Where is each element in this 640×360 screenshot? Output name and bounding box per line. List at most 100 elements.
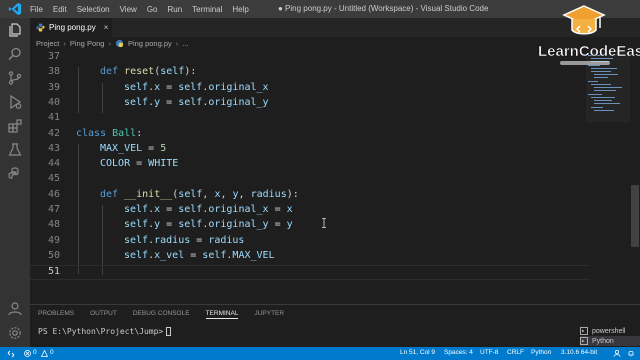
code-token: x_vel bbox=[154, 249, 185, 261]
code-token: self bbox=[160, 66, 185, 78]
code-token: radius bbox=[208, 234, 245, 246]
cursor-position[interactable]: Ln 51, Col 9 bbox=[400, 349, 435, 356]
code-text: MAX_VEL = 5 bbox=[100, 143, 166, 154]
line-number: 49 bbox=[47, 234, 60, 246]
menu-run[interactable]: Run bbox=[167, 5, 182, 14]
tab-debug-console[interactable]: DEBUG CONSOLE bbox=[133, 310, 190, 319]
breadcrumb-symbol[interactable]: ... bbox=[182, 39, 188, 48]
indentation[interactable]: Spaces: 4 bbox=[444, 349, 473, 356]
testing-icon[interactable] bbox=[7, 142, 23, 158]
code-token: self bbox=[178, 96, 203, 108]
learncodeeasily-logo: LearnCodeEasily bbox=[530, 0, 640, 70]
bottom-panel: PROBLEMS OUTPUT DEBUG CONSOLE TERMINAL J… bbox=[30, 304, 640, 347]
terminal-prompt[interactable]: PS E:\Python\Project\Jump> bbox=[38, 327, 172, 336]
code-line[interactable]: 46 def __init__(self, x, y, radius): bbox=[30, 189, 590, 204]
explorer-icon[interactable] bbox=[7, 22, 23, 38]
tab-close-icon[interactable]: × bbox=[104, 23, 109, 32]
code-line[interactable]: 39 self.x = self.original_x bbox=[30, 82, 590, 97]
code-line[interactable]: 43 MAX_VEL = 5 bbox=[30, 143, 590, 158]
code-line[interactable]: 47 self.x = self.original_x = x bbox=[30, 204, 590, 219]
code-token: self bbox=[124, 204, 149, 215]
breadcrumb-chevron-icon: › bbox=[108, 39, 111, 48]
menu-go[interactable]: Go bbox=[147, 5, 158, 14]
line-number: 37 bbox=[47, 51, 60, 62]
account-icon[interactable] bbox=[7, 301, 23, 317]
line-number: 47 bbox=[47, 204, 60, 215]
line-number: 40 bbox=[47, 96, 60, 108]
scrollbar-thumb[interactable] bbox=[631, 185, 639, 247]
python-icon[interactable] bbox=[7, 166, 23, 182]
code-line[interactable]: 37 bbox=[30, 51, 590, 66]
end-of-line[interactable]: CRLF bbox=[507, 349, 524, 356]
terminal-icon bbox=[580, 327, 588, 335]
menu-file[interactable]: File bbox=[30, 5, 43, 14]
tab-problems[interactable]: PROBLEMS bbox=[38, 310, 74, 319]
code-token: self bbox=[178, 204, 203, 215]
line-number: 51 bbox=[47, 266, 60, 278]
menu-help[interactable]: Help bbox=[232, 5, 248, 14]
extensions-icon[interactable] bbox=[7, 118, 23, 134]
line-number: 38 bbox=[47, 66, 60, 78]
error-count[interactable]: 0 bbox=[33, 349, 37, 356]
tab-ping-pong-py[interactable]: Ping pong.py × bbox=[30, 18, 112, 37]
tab-output[interactable]: OUTPUT bbox=[90, 310, 117, 319]
remote-icon[interactable] bbox=[7, 350, 15, 358]
brand-name: LearnCodeEasily bbox=[538, 43, 640, 61]
code-token: = bbox=[190, 234, 209, 246]
language-mode[interactable]: Python bbox=[531, 349, 551, 356]
code-token: MAX_VEL bbox=[100, 142, 143, 154]
code-text: self.x = self.original_x bbox=[124, 82, 269, 93]
breadcrumb-ping-pong[interactable]: Ping Pong bbox=[70, 39, 105, 48]
python-file-icon bbox=[115, 39, 124, 48]
feedback-icon[interactable] bbox=[613, 349, 621, 357]
menu-view[interactable]: View bbox=[120, 5, 137, 14]
menu-selection[interactable]: Selection bbox=[77, 5, 110, 14]
settings-gear-icon[interactable] bbox=[7, 325, 23, 341]
tab-jupyter[interactable]: JUPYTER bbox=[254, 310, 284, 319]
code-line[interactable]: 45 bbox=[30, 173, 590, 188]
code-token: = bbox=[142, 142, 161, 154]
code-line[interactable]: 44 COLOR = WHITE bbox=[30, 158, 590, 173]
code-line[interactable]: 51 bbox=[30, 265, 590, 281]
code-editor[interactable]: 37 38 def reset(self): 39 self.x = self.orig… bbox=[30, 50, 640, 296]
breadcrumb-project[interactable]: Project bbox=[36, 39, 59, 48]
notifications-bell-icon[interactable] bbox=[627, 349, 635, 357]
code-token: , bbox=[238, 188, 251, 200]
editor-scrollbar[interactable] bbox=[630, 50, 640, 296]
terminal-item-powershell[interactable]: powershell bbox=[580, 326, 640, 336]
code-token: self bbox=[178, 188, 203, 200]
code-token: ): bbox=[184, 66, 197, 78]
python-file-icon bbox=[36, 23, 45, 32]
brand-tagline-mark bbox=[560, 61, 610, 65]
python-interpreter[interactable]: 3.10.6 64-bit bbox=[561, 349, 597, 356]
run-debug-icon[interactable] bbox=[7, 94, 23, 110]
terminal-item-python[interactable]: Python bbox=[580, 336, 640, 346]
code-token: radius bbox=[154, 234, 191, 246]
code-token: = bbox=[160, 219, 179, 231]
code-token: COLOR bbox=[100, 158, 131, 170]
source-control-icon[interactable] bbox=[7, 70, 23, 86]
code-line[interactable]: 50 self.x_vel = self.MAX_VEL bbox=[30, 250, 590, 265]
code-token: Ball bbox=[112, 127, 137, 139]
warning-count[interactable]: 0 bbox=[50, 349, 54, 356]
breadcrumb-file[interactable]: Ping pong.py bbox=[128, 39, 172, 48]
terminal-item-label: Python bbox=[592, 337, 614, 345]
code-line[interactable]: 49 self.radius = radius bbox=[30, 235, 590, 250]
code-line[interactable]: 41 bbox=[30, 112, 590, 127]
line-number: 45 bbox=[47, 173, 60, 185]
tab-terminal[interactable]: TERMINAL bbox=[205, 310, 239, 319]
code-line[interactable]: 42 class Ball: bbox=[30, 128, 590, 143]
warning-icon[interactable] bbox=[41, 350, 48, 357]
error-icon[interactable] bbox=[24, 350, 31, 357]
line-number: 48 bbox=[47, 219, 60, 231]
code-text: self.radius = radius bbox=[124, 235, 244, 246]
code-line[interactable]: 48 self.y = self.original_y = y bbox=[30, 219, 590, 234]
code-line[interactable]: 40 self.y = self.original_y bbox=[30, 97, 590, 112]
menu-terminal[interactable]: Terminal bbox=[192, 5, 222, 14]
search-icon[interactable] bbox=[7, 46, 23, 62]
code-line[interactable]: 38 def reset(self): bbox=[30, 66, 590, 81]
menu-edit[interactable]: Edit bbox=[53, 5, 67, 14]
menu-bar: File Edit Selection View Go Run Terminal… bbox=[30, 5, 249, 14]
line-number: 43 bbox=[47, 142, 60, 154]
encoding[interactable]: UTF-8 bbox=[480, 349, 498, 356]
